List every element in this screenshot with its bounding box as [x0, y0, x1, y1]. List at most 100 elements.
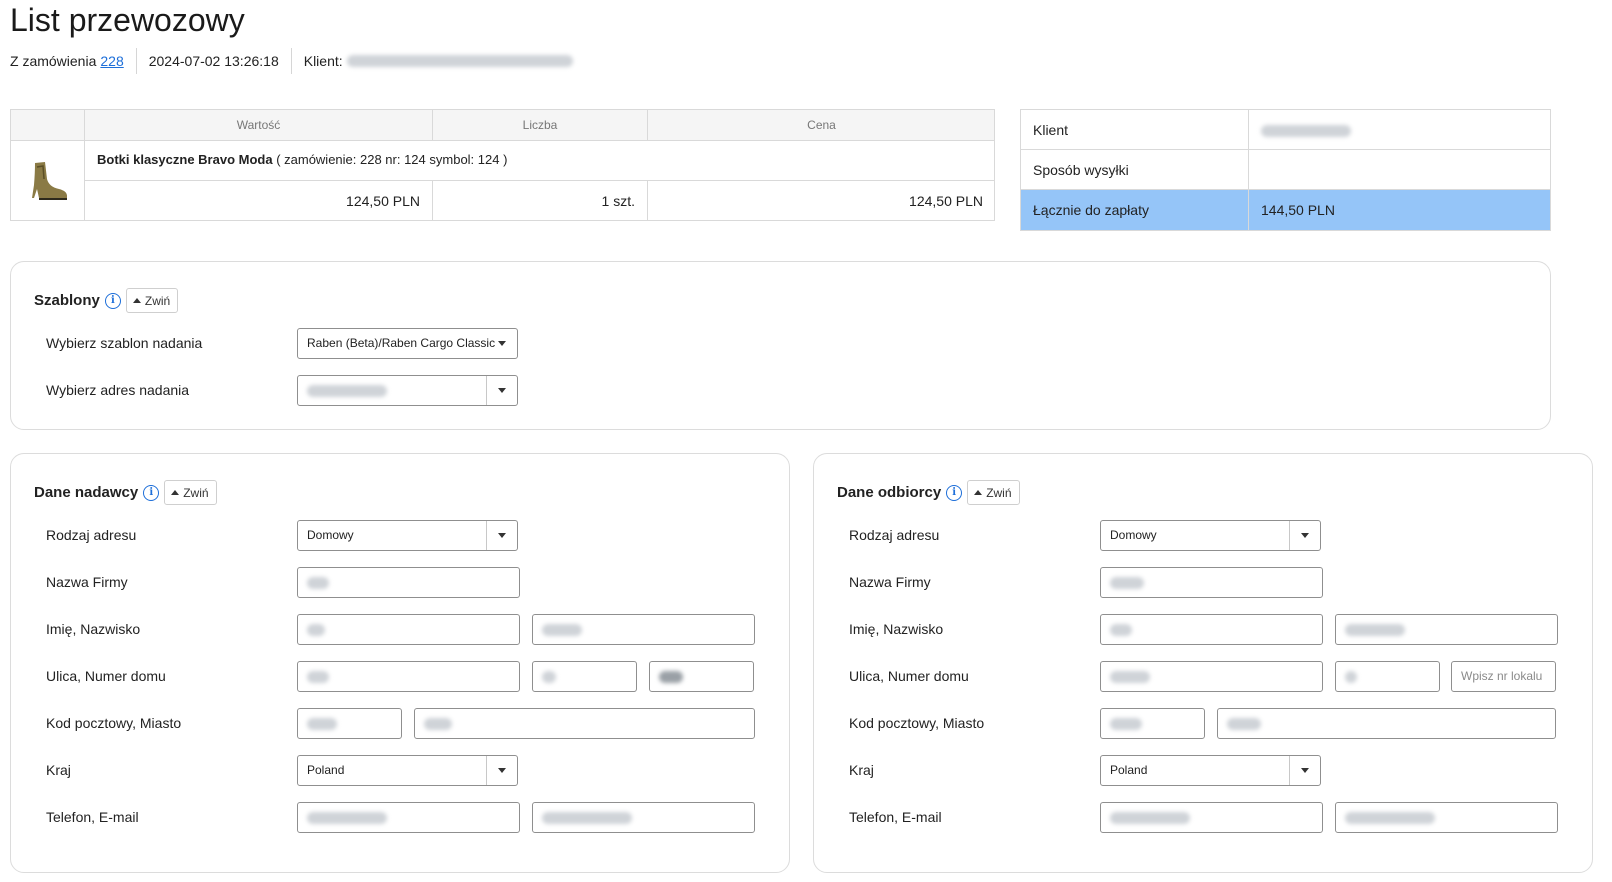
postal-code-input[interactable]: [297, 708, 402, 739]
first-name-input[interactable]: [1100, 614, 1323, 645]
summary-row-client: Klient: [1021, 110, 1550, 150]
total-value: 144,50 PLN: [1261, 202, 1335, 218]
collapse-button[interactable]: Zwiń: [125, 288, 179, 313]
house-number-input[interactable]: [1335, 661, 1440, 692]
caret-up-icon: [132, 298, 141, 303]
address-type-select[interactable]: Domowy: [1100, 520, 1321, 551]
column-header-quantity: Liczba: [432, 110, 647, 141]
divider: [135, 48, 137, 74]
info-icon[interactable]: i: [143, 484, 160, 501]
info-icon[interactable]: i: [104, 292, 121, 309]
address-type-value: Domowy: [307, 528, 354, 542]
templates-panel: Szablony i Zwiń Wybierz szablon nadania …: [10, 261, 1551, 430]
product-price: 124,50 PLN: [647, 181, 995, 221]
collapse-label: Zwiń: [144, 293, 171, 308]
redacted-value: [542, 811, 632, 824]
email-input[interactable]: [532, 802, 755, 833]
address-label: Wybierz adres nadania: [46, 382, 190, 398]
recipient-panel: Dane odbiorcy i Zwiń Rodzaj adresu Domow…: [813, 453, 1593, 873]
street-input[interactable]: [1100, 661, 1323, 692]
dropdown-arrow[interactable]: [1289, 756, 1320, 785]
chevron-down-icon: [498, 388, 506, 393]
phone-input[interactable]: [297, 802, 520, 833]
product-quantity: 1 szt.: [432, 181, 647, 221]
collapse-button[interactable]: Zwiń: [967, 480, 1020, 505]
ankle-boot-image: [31, 162, 67, 200]
chevron-down-icon: [497, 341, 506, 346]
city-input[interactable]: [414, 708, 755, 739]
client-value-redacted: [1261, 125, 1351, 138]
company-label: Nazwa Firmy: [849, 574, 931, 590]
dropdown-arrow[interactable]: [486, 329, 517, 358]
dropdown-arrow[interactable]: [486, 521, 517, 550]
name-label: Imię, Nazwisko: [849, 621, 944, 637]
company-input[interactable]: [297, 567, 520, 598]
dropdown-arrow[interactable]: [486, 756, 517, 785]
address-type-value: Domowy: [1110, 528, 1157, 542]
redacted-value: [307, 623, 325, 636]
chevron-down-icon: [1301, 533, 1309, 538]
postal-code-input[interactable]: [1100, 708, 1205, 739]
redacted-value: [542, 670, 556, 683]
dropdown-arrow[interactable]: [486, 376, 517, 405]
redacted-value: [1110, 576, 1144, 589]
dropdown-arrow[interactable]: [1289, 521, 1320, 550]
order-meta: Z zamówienia 228 2024-07-02 13:26:18 Kli…: [10, 48, 573, 74]
template-label: Wybierz szablon nadania: [46, 335, 203, 351]
template-select[interactable]: Raben (Beta)/Raben Cargo Classic: [297, 328, 518, 359]
product-name: Botki klasyczne Bravo Moda: [97, 152, 273, 167]
phone-input[interactable]: [1100, 802, 1323, 833]
panel-title: Szablony: [34, 292, 100, 309]
info-icon[interactable]: i: [946, 484, 963, 501]
first-name-input[interactable]: [297, 614, 520, 645]
page-title: List przewozowy: [10, 2, 245, 38]
from-order-label: Z zamówienia: [10, 53, 97, 69]
country-select[interactable]: Poland: [297, 755, 518, 786]
address-select[interactable]: [297, 375, 518, 406]
company-input[interactable]: [1100, 567, 1323, 598]
sender-panel: Dane nadawcy i Zwiń Rodzaj adresu Domowy…: [10, 453, 790, 873]
redacted-value: [1110, 717, 1142, 730]
country-value: Poland: [1110, 763, 1148, 777]
order-number-link[interactable]: 228: [100, 53, 123, 69]
email-input[interactable]: [1335, 802, 1558, 833]
chevron-down-icon: [498, 533, 506, 538]
summary-label: Klient: [1021, 110, 1249, 149]
redacted-value: [1345, 623, 1405, 636]
street-label: Ulica, Numer domu: [46, 668, 166, 684]
redacted-value: [542, 623, 582, 636]
collapse-label: Zwiń: [986, 485, 1012, 500]
apartment-input[interactable]: [649, 661, 754, 692]
chevron-down-icon: [498, 768, 506, 773]
apartment-placeholder: Wpisz nr lokalu: [1461, 669, 1543, 683]
redacted-value: [307, 576, 329, 589]
panel-header: Dane nadawcy i Zwiń: [34, 480, 217, 505]
column-header-price: Cena: [647, 110, 995, 141]
product-thumbnail[interactable]: [11, 141, 84, 221]
apartment-input[interactable]: Wpisz nr lokalu: [1451, 661, 1556, 692]
order-items-table: Wartość Liczba Cena Botki klasyczne Brav…: [10, 109, 995, 221]
country-value: Poland: [307, 763, 345, 777]
address-type-label: Rodzaj adresu: [46, 527, 137, 543]
street-input[interactable]: [297, 661, 520, 692]
caret-up-icon: [171, 490, 180, 495]
address-type-select[interactable]: Domowy: [297, 520, 518, 551]
last-name-input[interactable]: [1335, 614, 1558, 645]
product-name-cell: Botki klasyczne Bravo Moda ( zamówienie:…: [84, 141, 994, 181]
city-input[interactable]: [1217, 708, 1556, 739]
house-number-input[interactable]: [532, 661, 637, 692]
summary-label: Łącznie do zapłaty: [1021, 190, 1249, 230]
summary-value: [1249, 150, 1550, 189]
last-name-input[interactable]: [532, 614, 755, 645]
redacted-value: [307, 717, 337, 730]
postal-label: Kod pocztowy, Miasto: [46, 715, 182, 731]
country-label: Kraj: [849, 762, 874, 778]
contact-label: Telefon, E-mail: [849, 809, 942, 825]
collapse-label: Zwiń: [183, 485, 209, 500]
redacted-value: [307, 811, 387, 824]
column-header-value: Wartość: [84, 110, 432, 141]
collapse-button[interactable]: Zwiń: [164, 480, 217, 505]
table-header: Wartość Liczba Cena: [11, 110, 994, 141]
country-select[interactable]: Poland: [1100, 755, 1321, 786]
client-label: Klient:: [303, 53, 343, 69]
